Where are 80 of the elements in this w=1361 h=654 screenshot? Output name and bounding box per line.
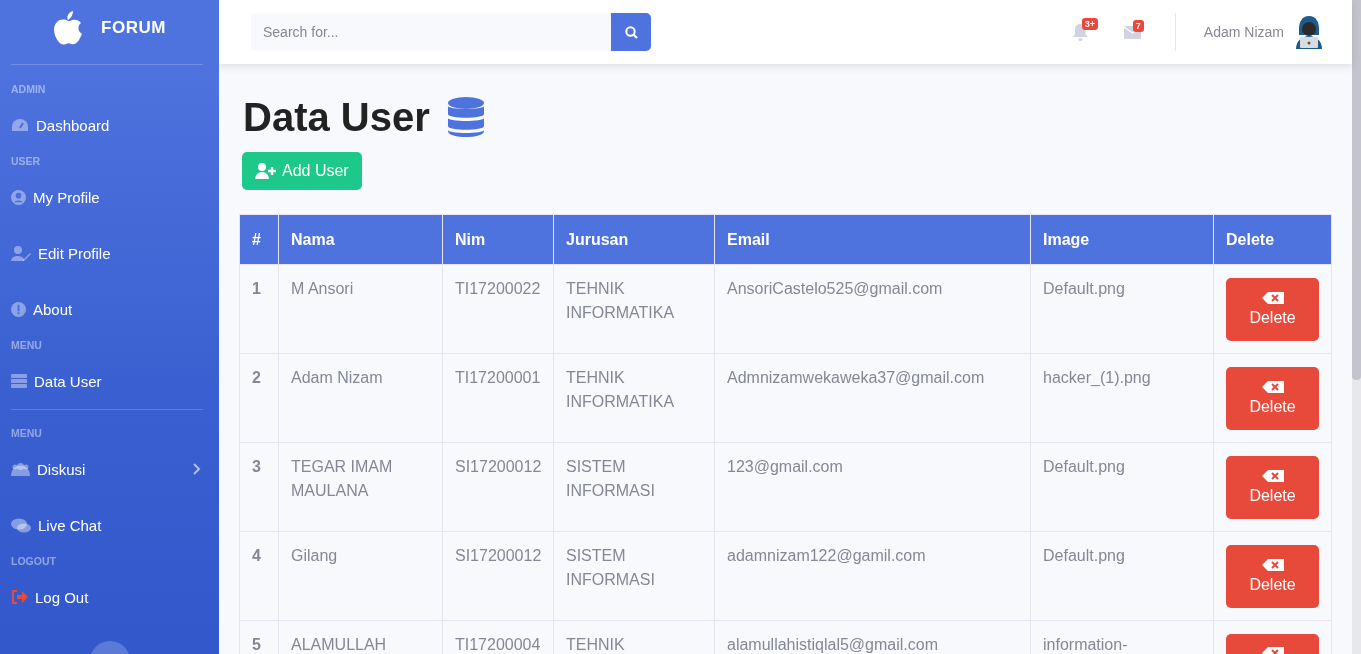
table-cell: SI17200012 (442, 442, 554, 532)
table-cell: 3 (239, 442, 279, 532)
scrollbar-thumb[interactable] (1352, 0, 1361, 380)
column-header: Nama (278, 214, 443, 265)
table-cell: Default.png (1030, 264, 1214, 354)
sign-out-icon (11, 590, 28, 604)
table-cell: adamnizam122@gamil.com (714, 531, 1031, 621)
column-header: Nim (442, 214, 554, 265)
apple-logo-icon (53, 11, 84, 45)
exclamation-circle-icon (11, 301, 26, 317)
column-header: # (239, 214, 279, 265)
table-cell: Gilang (278, 531, 443, 621)
section-heading: ADMIN (10, 82, 47, 97)
section-heading: USER (10, 154, 42, 169)
delete-button[interactable]: Delete (1226, 456, 1319, 519)
gauge-icon (11, 118, 29, 132)
sidebar-item[interactable]: Live Chat (0, 497, 219, 553)
sidebar-item[interactable]: My Profile (0, 169, 219, 225)
table-cell: Adam Nizam (278, 353, 443, 443)
table-cell: TI17200001 (442, 353, 554, 443)
table-cell: TEGAR IMAM MAULANA (278, 442, 443, 532)
user-circle-icon (11, 189, 26, 205)
backspace-icon (1261, 381, 1284, 393)
user-edit-icon (11, 245, 31, 261)
page-title: Data User (243, 94, 430, 141)
sidebar-item[interactable]: Edit Profile (0, 225, 219, 281)
column-header: Email (714, 214, 1031, 265)
table-cell: AnsoriCastelo525@gmail.com (714, 264, 1031, 354)
table-cell: SI17200012 (442, 531, 554, 621)
table-cell: TI17200004 (442, 620, 554, 654)
search-button[interactable] (611, 13, 651, 51)
sidebar-item[interactable]: Dashboard (0, 97, 219, 153)
column-header: Image (1030, 214, 1214, 265)
sidebar-item[interactable]: Data User (0, 353, 219, 409)
users-icon (11, 462, 30, 476)
delete-button[interactable]: Delete (1226, 545, 1319, 608)
section-heading: MENU (10, 426, 43, 441)
table-cell: ALAMULLAH (278, 620, 443, 654)
table-icon (11, 374, 27, 388)
chat-bubbles-icon (11, 517, 31, 533)
delete-button[interactable]: Delete (1226, 278, 1319, 341)
section-heading: MENU (10, 338, 43, 353)
backspace-icon (1261, 470, 1284, 482)
table-cell: 2 (239, 353, 279, 443)
user-name[interactable]: Adam Nizam (1203, 24, 1284, 40)
search-icon (624, 25, 638, 39)
sidebar-item[interactable]: Diskusi (0, 441, 219, 497)
table-cell: M Ansori (278, 264, 443, 354)
table-cell: TI17200022 (442, 264, 554, 354)
section-heading: LOGOUT (10, 554, 57, 569)
table-cell: information- (1030, 620, 1214, 654)
column-header: Jurusan (553, 214, 715, 265)
user-plus-icon (255, 163, 277, 179)
search-field[interactable]: Search for... (251, 13, 611, 51)
table-cell: Admnizamwekaweka37@gmail.com (714, 353, 1031, 443)
brand-name: FORUM (101, 18, 166, 38)
chevron-right-icon (193, 463, 201, 475)
backspace-icon (1261, 559, 1284, 571)
table-cell: hacker_(1).png (1030, 353, 1214, 443)
table-cell: 4 (239, 531, 279, 621)
table-cell: TEHNIK (553, 620, 715, 654)
delete-button[interactable]: Delete (1226, 367, 1319, 430)
database-icon (447, 97, 484, 137)
table-cell: 1 (239, 264, 279, 354)
table-cell: 123@gmail.com (714, 442, 1031, 532)
table-cell: 5 (239, 620, 279, 654)
column-header: Delete (1213, 214, 1332, 265)
sidebar-item[interactable]: About (0, 281, 219, 337)
table-cell: TEHNIK INFORMATIKA (553, 264, 715, 354)
user-avatar-icon[interactable] (1294, 15, 1324, 49)
messages-badge: 7 (1132, 19, 1144, 32)
table-cell: alamullahistiqlal5@gmail.com (714, 620, 1031, 654)
table-cell: SISTEM INFORMASI (553, 442, 715, 532)
alerts-badge: 3+ (1081, 17, 1099, 30)
sidebar-item[interactable]: Log Out (0, 569, 219, 625)
table-cell: SISTEM INFORMASI (553, 531, 715, 621)
table-cell: Default.png (1030, 531, 1214, 621)
table-cell: TEHNIK INFORMATIKA (553, 353, 715, 443)
backspace-icon (1261, 292, 1284, 304)
table-cell: Default.png (1030, 442, 1214, 532)
